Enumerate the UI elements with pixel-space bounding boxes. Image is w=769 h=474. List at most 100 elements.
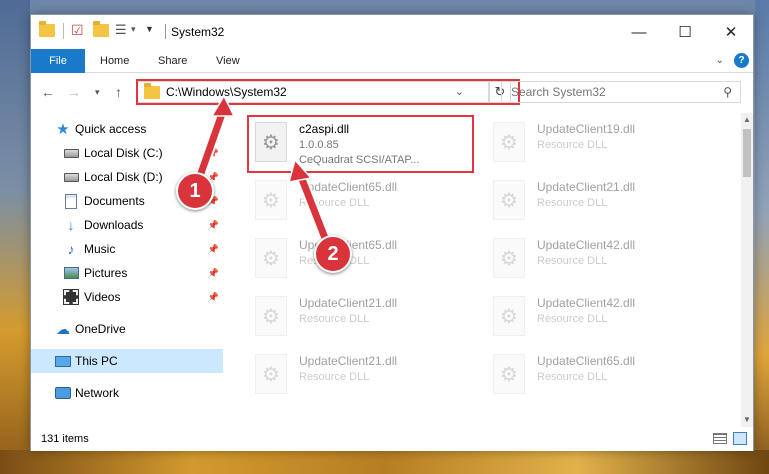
sidebar-item-label: Downloads — [84, 218, 144, 232]
pin-icon[interactable]: 📌 — [208, 148, 219, 159]
file-name: UpdateClient21.dll — [537, 180, 636, 194]
help-icon[interactable]: ? — [734, 53, 749, 68]
navigation-bar: ← → ▾ ↑ C:\Windows\System32 ⌄ ↻ ⚲ — [31, 74, 753, 112]
video-icon — [63, 289, 79, 305]
sidebar-item-videos[interactable]: Videos 📌 — [31, 285, 223, 309]
sidebar-item-label: Local Disk (C:) — [84, 146, 163, 160]
file-name: c2aspi.dll — [299, 122, 350, 136]
file-tile[interactable]: ⚙ UpdateClient21.dll Resource DLL — [489, 177, 719, 229]
sidebar-item-label: Videos — [84, 290, 121, 304]
address-path[interactable]: C:\Windows\System32 — [166, 85, 287, 99]
sidebar-item-local-disk-c[interactable]: Local Disk (C:) 📌 — [31, 141, 223, 165]
folder-icon[interactable] — [39, 21, 55, 37]
dll-gear-icon: ⚙ — [255, 122, 287, 162]
tab-view[interactable]: View — [216, 49, 240, 73]
dll-gear-icon: ⚙ — [255, 354, 287, 394]
dll-gear-icon: ⚙ — [493, 354, 525, 394]
file-tile[interactable]: ⚙ UpdateClient65.dll Resource DLL — [489, 351, 719, 403]
up-arrow-icon[interactable]: ↑ — [115, 84, 122, 100]
item-count: 131 items — [41, 433, 89, 445]
file-tile[interactable]: ⚙ UpdateClient42.dll Resource DLL — [489, 293, 719, 345]
file-description: Resource DLL — [299, 371, 370, 383]
pin-icon[interactable]: 📌 — [208, 220, 219, 231]
forward-arrow-icon[interactable]: → — [67, 84, 81, 100]
recent-locations-icon[interactable]: ▾ — [95, 87, 100, 98]
picture-icon — [63, 265, 79, 281]
dll-gear-icon: ⚙ — [493, 296, 525, 336]
sidebar-item-label: Pictures — [84, 266, 128, 280]
sidebar-item-pictures[interactable]: Pictures 📌 — [31, 261, 223, 285]
file-tile[interactable]: ⚙ UpdateClient65.dll Resource DLL — [251, 235, 481, 287]
dll-gear-icon: ⚙ — [255, 296, 287, 336]
sidebar-item-downloads[interactable]: ↓ Downloads 📌 — [31, 213, 223, 237]
search-box[interactable]: ⚲ — [501, 81, 741, 103]
file-description: Resource DLL — [537, 371, 608, 383]
tab-home[interactable]: Home — [100, 49, 129, 73]
pin-icon[interactable]: 📌 — [208, 244, 219, 255]
sidebar-item-network[interactable]: Network — [31, 381, 223, 405]
tab-file[interactable]: File — [31, 49, 85, 73]
sidebar-item-label: Local Disk (D:) — [84, 170, 163, 184]
file-explorer-window: ☑ ☰ ▾ ▼ System32 — ☐ ✕ File Home Share V… — [30, 14, 754, 451]
large-icons-view-icon[interactable] — [733, 432, 747, 445]
file-name: UpdateClient21.dll — [299, 354, 398, 368]
maximize-button[interactable]: ☐ — [662, 15, 708, 49]
file-description: Resource DLL — [537, 255, 608, 267]
scroll-up-icon[interactable]: ▲ — [741, 113, 753, 127]
status-bar: 131 items — [31, 427, 753, 451]
customize-toolbar-icon[interactable]: ☰ — [115, 22, 127, 38]
chevron-down-icon[interactable]: ▼ — [145, 24, 154, 34]
file-name: UpdateClient42.dll — [537, 296, 636, 310]
file-tile[interactable]: ⚙ UpdateClient21.dll Resource DLL — [251, 351, 481, 403]
file-tile[interactable]: ⚙ UpdateClient21.dll Resource DLL — [251, 293, 481, 345]
tab-share[interactable]: Share — [158, 49, 187, 73]
pin-icon[interactable]: 📌 — [208, 292, 219, 303]
close-button[interactable]: ✕ — [708, 15, 754, 49]
dll-gear-icon: ⚙ — [255, 238, 287, 278]
back-arrow-icon[interactable]: ← — [41, 84, 55, 100]
scroll-down-icon[interactable]: ▼ — [741, 413, 753, 427]
pin-icon[interactable]: 📌 — [208, 268, 219, 279]
file-name: UpdateClient21.dll — [299, 296, 398, 310]
scrollbar-thumb[interactable] — [743, 129, 751, 177]
file-tile[interactable]: ⚙ UpdateClient19.dll Resource DLL — [489, 119, 719, 171]
details-view-icon[interactable] — [713, 433, 727, 444]
file-description: Resource DLL — [299, 197, 370, 209]
file-name: UpdateClient65.dll — [537, 354, 636, 368]
cloud-icon: ☁ — [56, 320, 70, 337]
file-name: UpdateClient65.dll — [299, 180, 398, 194]
sidebar-item-label: Quick access — [75, 122, 147, 136]
sidebar-item-label: Network — [75, 386, 120, 400]
desktop-wallpaper-left — [0, 0, 30, 474]
ribbon-tabs: File Home Share View ⌄ ? — [31, 49, 753, 73]
download-icon: ↓ — [67, 217, 75, 233]
search-icon[interactable]: ⚲ — [723, 85, 732, 99]
toolbar-dropdown-icon[interactable]: ▾ — [131, 24, 136, 35]
star-icon: ★ — [56, 121, 70, 138]
sidebar-item-music[interactable]: ♪ Music 📌 — [31, 237, 223, 261]
file-description: Resource DLL — [537, 139, 608, 151]
file-tile-c2aspi[interactable]: ⚙ c2aspi.dll 1.0.0.85 CeQuadrat SCSI/ATA… — [251, 119, 481, 171]
vertical-scrollbar[interactable]: ▲ ▼ — [741, 113, 753, 427]
file-tile[interactable]: ⚙ UpdateClient65.dll Resource DLL — [251, 177, 481, 229]
sidebar-item-quick-access[interactable]: ★ Quick access — [31, 117, 223, 141]
new-folder-icon[interactable] — [93, 21, 109, 37]
desktop-wallpaper-bottom — [0, 450, 769, 474]
ribbon-controls: ⌄ ? — [716, 53, 749, 68]
address-bar[interactable]: C:\Windows\System32 ⌄ — [137, 81, 489, 103]
sidebar-item-this-pc[interactable]: This PC — [31, 349, 223, 373]
sidebar-item-label: This PC — [75, 354, 118, 368]
address-dropdown-icon[interactable]: ⌄ — [455, 85, 464, 98]
file-tile[interactable]: ⚙ UpdateClient42.dll Resource DLL — [489, 235, 719, 287]
file-name: UpdateClient19.dll — [537, 122, 636, 136]
desktop-wallpaper-right — [755, 0, 769, 474]
properties-icon[interactable]: ☑ — [71, 22, 84, 39]
sidebar-item-onedrive[interactable]: ☁ OneDrive — [31, 317, 223, 341]
sidebar-item-label: Music — [84, 242, 116, 256]
music-icon: ♪ — [67, 241, 75, 257]
search-input[interactable] — [511, 85, 711, 99]
file-description: CeQuadrat SCSI/ATAP... — [299, 154, 420, 166]
window-title: System32 — [171, 25, 225, 39]
expand-ribbon-icon[interactable]: ⌄ — [716, 55, 724, 66]
minimize-button[interactable]: — — [616, 15, 662, 49]
